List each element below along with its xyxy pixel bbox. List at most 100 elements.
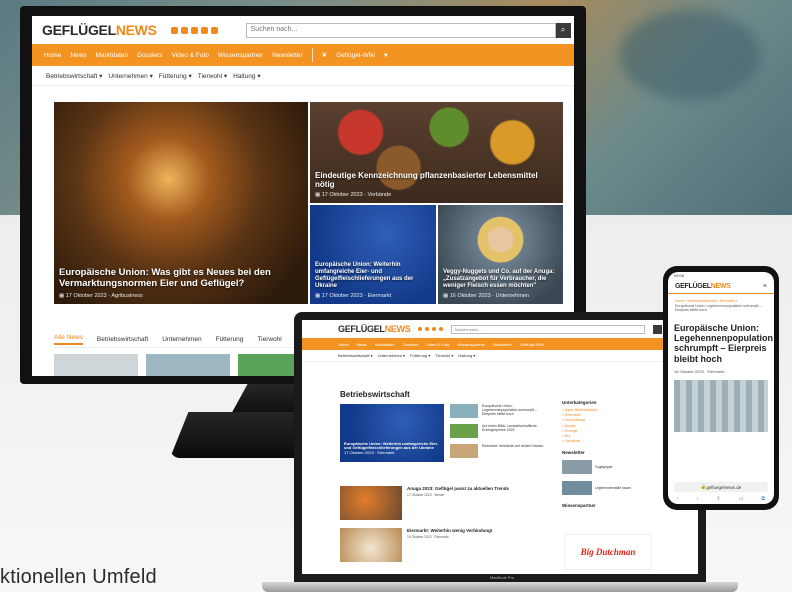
sidebar-ad[interactable]: Legehennenställe bauen	[562, 479, 648, 497]
facebook-icon[interactable]	[418, 327, 423, 331]
nav-marktdaten[interactable]: Marktdaten	[375, 342, 395, 347]
tabs-icon[interactable]: ⧉	[761, 496, 765, 502]
list-title: Europäische Union: Legehennenpopulation …	[482, 404, 537, 417]
subnav-unternehmen[interactable]: Unternehmen ▾	[378, 353, 405, 358]
article-row[interactable]: Anuga 2023: Geflügel passt zu aktuellen …	[340, 486, 546, 520]
nav-newsletter[interactable]: Newsletter	[493, 342, 512, 347]
nav-wiki-icon: ❦	[321, 52, 328, 59]
status-time: 09:08	[674, 273, 685, 278]
search-input[interactable]: Suchen nach...	[451, 324, 646, 334]
facebook-icon[interactable]	[170, 26, 178, 34]
nav-newsletter[interactable]: Newsletter	[272, 52, 303, 59]
tile-meta: ▦ 17 Oktober 2023 · Verbände	[315, 192, 392, 198]
sidebar-item[interactable]: » Verbände	[562, 439, 652, 444]
ad-thumb	[562, 481, 592, 496]
youtube-icon[interactable]	[190, 26, 198, 34]
nav-home[interactable]: Home	[44, 52, 61, 59]
tab-betriebswirtschaft[interactable]: Betriebswirtschaft	[97, 336, 148, 343]
subnav-unternehmen[interactable]: Unternehmen ▾	[108, 72, 152, 80]
hero-grid: Europäische Union: Was gibt es Neues bei…	[54, 102, 563, 304]
nav-video-foto[interactable]: Video & Foto	[171, 52, 208, 59]
nav-dossiers[interactable]: Dossiers	[403, 342, 419, 347]
forward-icon[interactable]: ›	[697, 496, 699, 502]
tile-title: Veggy-Nuggets und Co. auf der Anuga: „Zu…	[443, 269, 555, 290]
subnav-haltung[interactable]: Haltung ▾	[458, 353, 475, 358]
bookmarks-icon[interactable]: ▭	[739, 496, 744, 502]
featured-title: Europäische Union: Weiterhin umfangreich…	[344, 440, 439, 456]
tile-caption: Veggy-Nuggets und Co. auf der Anuga: „Zu…	[443, 269, 558, 299]
subnav-betriebswirtschaft[interactable]: Betriebswirtschaft ▾	[338, 353, 373, 358]
list-thumb	[450, 444, 478, 458]
laptop-header: GEFLÜGELNEWS Suchen nach...	[302, 320, 698, 338]
list-item[interactable]: Auf einen Blick: Landwirtschaftliche Erz…	[450, 424, 546, 438]
partner-logo[interactable]: Big Dutchman	[564, 534, 652, 570]
tab-unternehmen[interactable]: Unternehmen	[162, 336, 201, 343]
search-icon[interactable]	[653, 324, 662, 334]
caption-text: ktionellen Umfeld	[0, 566, 157, 588]
subnav-tierwohl[interactable]: Tierwohl ▾	[435, 353, 453, 358]
rss-icon[interactable]	[210, 26, 218, 34]
hamburger-icon[interactable]: ≡	[763, 283, 767, 290]
subnav-haltung[interactable]: Haltung ▾	[233, 72, 260, 80]
address-bar[interactable]: 🔒 gefluegelnews.de	[674, 482, 768, 492]
tab-alle-news[interactable]: Alle News	[54, 334, 83, 345]
hero-tile-4[interactable]: Veggy-Nuggets und Co. auf der Anuga: „Zu…	[438, 205, 563, 304]
nav-wiki[interactable]: Geflügel-Wiki	[520, 342, 544, 347]
share-icon[interactable]: ⇪	[716, 496, 720, 502]
article-row[interactable]: Eiermarkt: Weiterhin wenig Verbindung! 15…	[340, 528, 546, 562]
nav-divider	[311, 48, 313, 62]
search-input[interactable]: Suchen nach...	[245, 22, 556, 38]
list-title: Auf einen Blick: Landwirtschaftliche Erz…	[482, 424, 537, 433]
nav-wiki[interactable]: Geflügel-Wiki	[336, 52, 375, 59]
subnav-fuetterung[interactable]: Fütterung ▾	[410, 353, 430, 358]
hero-tile-3[interactable]: Europäische Union: Weiterhin umfangreich…	[310, 205, 436, 304]
subnav-tierwohl[interactable]: Tierwohl ▾	[198, 72, 227, 80]
site-logo[interactable]: GEFLÜGELNEWS	[338, 324, 411, 334]
nav-news[interactable]: News	[70, 52, 86, 59]
tab-tierwohl[interactable]: Tierwohl	[257, 336, 281, 343]
laptop-label: MacBook Pro	[490, 575, 515, 580]
back-icon[interactable]: ‹	[677, 496, 679, 502]
rss-icon[interactable]	[439, 327, 444, 331]
instagram-icon[interactable]	[425, 327, 430, 331]
news-thumb[interactable]	[54, 354, 138, 376]
list-item[interactable]: Europäische Union: Legehennenpopulation …	[450, 404, 546, 418]
search-icon[interactable]: ⌕	[555, 22, 571, 38]
news-thumb[interactable]	[146, 354, 230, 376]
subnav-fuetterung[interactable]: Fütterung ▾	[159, 72, 192, 80]
search-bar: Suchen nach... ⌕	[245, 22, 571, 38]
social-icons	[170, 26, 218, 34]
main-nav: Home News Marktdaten Dossiers Video & Fo…	[302, 338, 698, 350]
youtube-icon[interactable]	[432, 327, 437, 331]
sidebar-heading: Newsletter	[562, 450, 585, 456]
nav-marktdaten[interactable]: Marktdaten	[96, 52, 129, 59]
row-thumb	[340, 528, 402, 562]
laptop-screen: GEFLÜGELNEWS Suchen nach... Home News Ma…	[302, 320, 698, 574]
featured-article[interactable]: Europäische Union: Weiterhin umfangreich…	[340, 404, 444, 462]
sidebar-ad[interactable]: Vogelgrippe	[562, 458, 648, 476]
row-meta: 15 Oktober 2023 · Eiermarkt	[407, 535, 449, 539]
breadcrumb[interactable]: Home » Betriebswirtschaft » Eiermarkt »	[668, 294, 774, 304]
hero-tile-2[interactable]: Eindeutige Kennzeichnung pflanzenbasiert…	[310, 102, 563, 203]
subnav-betriebswirtschaft[interactable]: Betriebswirtschaft ▾	[46, 72, 102, 80]
nav-wissenspartner[interactable]: Wissenspartner	[218, 52, 263, 59]
site-logo[interactable]: GEFLÜGELNEWS	[42, 22, 157, 38]
linkedin-icon[interactable]	[200, 26, 208, 34]
hero-tile-1[interactable]: Europäische Union: Was gibt es Neues bei…	[54, 102, 308, 304]
row-meta: 17 Oktober 2023 · Messe	[407, 493, 445, 497]
row-thumb	[340, 486, 402, 520]
tile-meta: ▦ 17 Oktober 2023 · Agribusiness	[59, 293, 143, 299]
nav-news[interactable]: News	[357, 342, 367, 347]
site-logo[interactable]: GEFLÜGELNEWS	[675, 283, 731, 290]
instagram-icon[interactable]	[180, 26, 188, 34]
nav-wissenspartner[interactable]: Wissenspartner	[457, 342, 485, 347]
tab-fuetterung[interactable]: Fütterung	[216, 336, 244, 343]
nav-home[interactable]: Home	[338, 342, 349, 347]
heart-icon: ♥	[383, 51, 388, 59]
nav-video-foto[interactable]: Video & Foto	[426, 342, 449, 347]
list-thumb	[450, 404, 478, 418]
nav-dossiers[interactable]: Dossiers	[137, 52, 162, 59]
list-item[interactable]: Eiermarkt: Verbände auf hohem Niveau	[450, 444, 546, 458]
ad-label: Legehennenställe bauen	[595, 486, 632, 491]
article-title: Europäische Union: Legehennenpopulation …	[674, 322, 773, 364]
